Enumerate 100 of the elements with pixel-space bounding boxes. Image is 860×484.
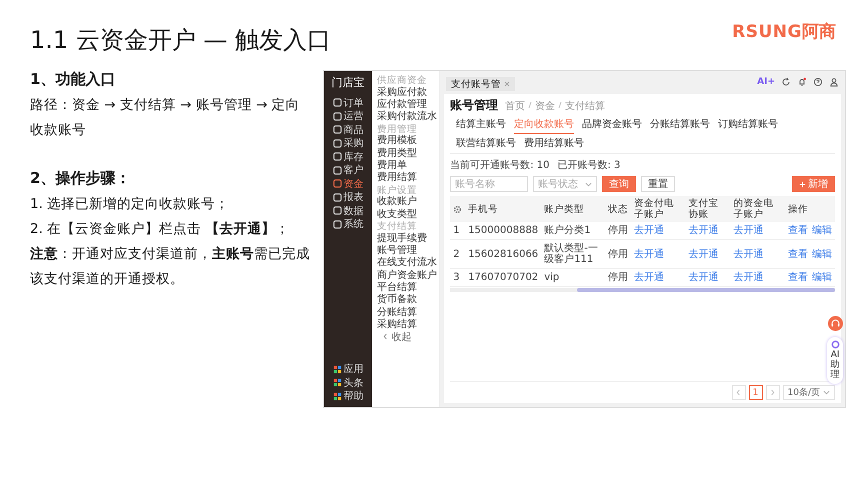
menu-item[interactable]: 收款账户 [377,196,440,209]
menu-item[interactable]: 应付款管理 [377,98,440,112]
slash-icon [558,101,562,109]
menu-item[interactable]: 平台结算 [377,282,440,294]
menu-item[interactable]: 货币备款 [377,294,440,307]
nav-item[interactable]: 应用 [326,362,370,376]
menu-item[interactable]: 分账结算 [377,306,440,320]
tab[interactable]: 分账结算账号 [650,115,710,134]
caret-icon [585,182,592,186]
open-link[interactable]: 去开通 [688,225,718,236]
menu-section: 费用管理 [377,124,440,136]
app-brand: 门店宝 [332,75,365,90]
ai-badge[interactable]: AI+ [757,77,775,87]
menu-item[interactable]: 费用类型 [377,148,440,160]
nav-item[interactable]: 资金 [326,177,370,190]
action-link[interactable]: 编辑 [812,248,832,260]
menu-item[interactable]: 费用结算 [377,172,440,185]
menu-item[interactable]: 采购结算 [377,319,440,332]
tab[interactable]: 费用结算账号 [524,134,584,153]
nav-item[interactable]: 帮助 [326,390,370,403]
action-link[interactable]: 查看 [788,248,808,260]
action-link[interactable]: 编辑 [812,272,832,283]
square-icon [332,206,342,216]
menu-item[interactable]: 费用模板 [377,135,440,148]
page-tab[interactable]: 支付账号管 [446,77,516,91]
user-icon[interactable] [829,77,839,87]
square-icon [332,138,342,148]
menu-item[interactable]: 费用单 [377,160,440,172]
table-cell: 停用 [604,240,631,268]
open-link[interactable]: 去开通 [634,248,664,260]
table-cell: 停用 [604,222,631,240]
menu-section: 供应商资金 [377,75,440,86]
square-icon [332,125,342,134]
square-icon [332,179,342,188]
stat-text: 已开账号数: 3 [557,158,620,172]
menu-item[interactable]: 商户资金账户 [377,270,440,282]
menu-item[interactable]: 采购应付款 [377,86,440,99]
nav-item[interactable]: 采购 [326,136,370,150]
ai-assistant-button[interactable]: AI助理 [827,337,843,384]
page-size-select[interactable]: 10条/页 [782,385,835,400]
settings-icon[interactable] [453,204,462,214]
table-cell: 15000008888 [465,222,542,240]
chevron-right-icon [770,389,776,396]
bell-icon[interactable] [797,77,807,87]
scrollbar[interactable] [577,288,835,292]
table-cell: 17607070702 [465,268,542,286]
menu-item[interactable]: 提现手续费 [377,232,440,245]
menu-section: 账户设置 [377,184,440,196]
help-icon[interactable] [813,77,823,87]
open-link[interactable]: 去开通 [734,272,764,283]
nav-item[interactable]: 商品 [326,123,370,136]
table-cell: 15602816066 [465,240,542,268]
search-field[interactable]: 账号名称 [450,176,528,192]
open-link[interactable]: 去开通 [688,248,718,260]
reset-button[interactable]: 重置 [641,176,676,192]
square-icon [332,192,342,202]
tab[interactable]: 联营结算账号 [456,134,516,153]
open-link[interactable]: 去开通 [634,272,664,283]
nav-item[interactable]: 头条 [326,376,370,390]
slash-icon [528,101,532,109]
menu-item[interactable]: 采购付款流水 [377,111,440,124]
menu-item[interactable]: 收支类型 [377,208,440,222]
menu-item[interactable]: 在线支付流水 [377,257,440,270]
ring-icon [830,340,840,349]
column-header: 账户类型 [541,196,605,222]
stat-text: 当前可开通账号数: 10 [450,158,550,172]
column-header: 支付宝协账 [685,196,731,222]
menu-item[interactable]: 账号管理 [377,244,440,258]
open-link[interactable]: 去开通 [634,225,664,236]
square-icon [332,152,342,162]
close-icon[interactable] [504,81,510,87]
collapse-button[interactable]: 收起 [377,332,440,344]
tab[interactable]: 订购结算账号 [718,115,778,134]
nav-item[interactable]: 报表 [326,190,370,204]
table-cell: 3 [450,268,466,286]
grid-icon [332,378,342,388]
table-cell: 1 [450,222,466,240]
nav-item[interactable]: 系统 [326,218,370,231]
tab[interactable]: 结算主账号 [456,115,506,134]
tab[interactable]: 品牌资金账号 [582,115,642,134]
section-heading: 1、功能入口 [30,70,116,89]
open-link[interactable]: 去开通 [688,272,718,283]
headset-button[interactable] [828,316,843,331]
action-link[interactable]: 编辑 [812,225,832,236]
chevron-left-icon [736,389,742,396]
column-header: 操作 [784,196,835,222]
menu-section: 支付结算 [377,221,440,233]
action-link[interactable]: 查看 [788,225,808,236]
nav-item[interactable]: 数据 [326,204,370,218]
nav-item[interactable]: 库存 [326,150,370,164]
plus-icon [799,180,806,188]
nav-item[interactable]: 订单 [326,96,370,110]
refresh-icon[interactable] [781,77,791,87]
table-cell: 停用 [604,268,631,286]
open-link[interactable]: 去开通 [734,248,764,260]
square-icon [332,98,342,108]
action-link[interactable]: 查看 [788,272,808,283]
open-link[interactable]: 去开通 [734,225,764,236]
nav-item[interactable]: 运营 [326,110,370,123]
nav-item[interactable]: 客户 [326,164,370,177]
